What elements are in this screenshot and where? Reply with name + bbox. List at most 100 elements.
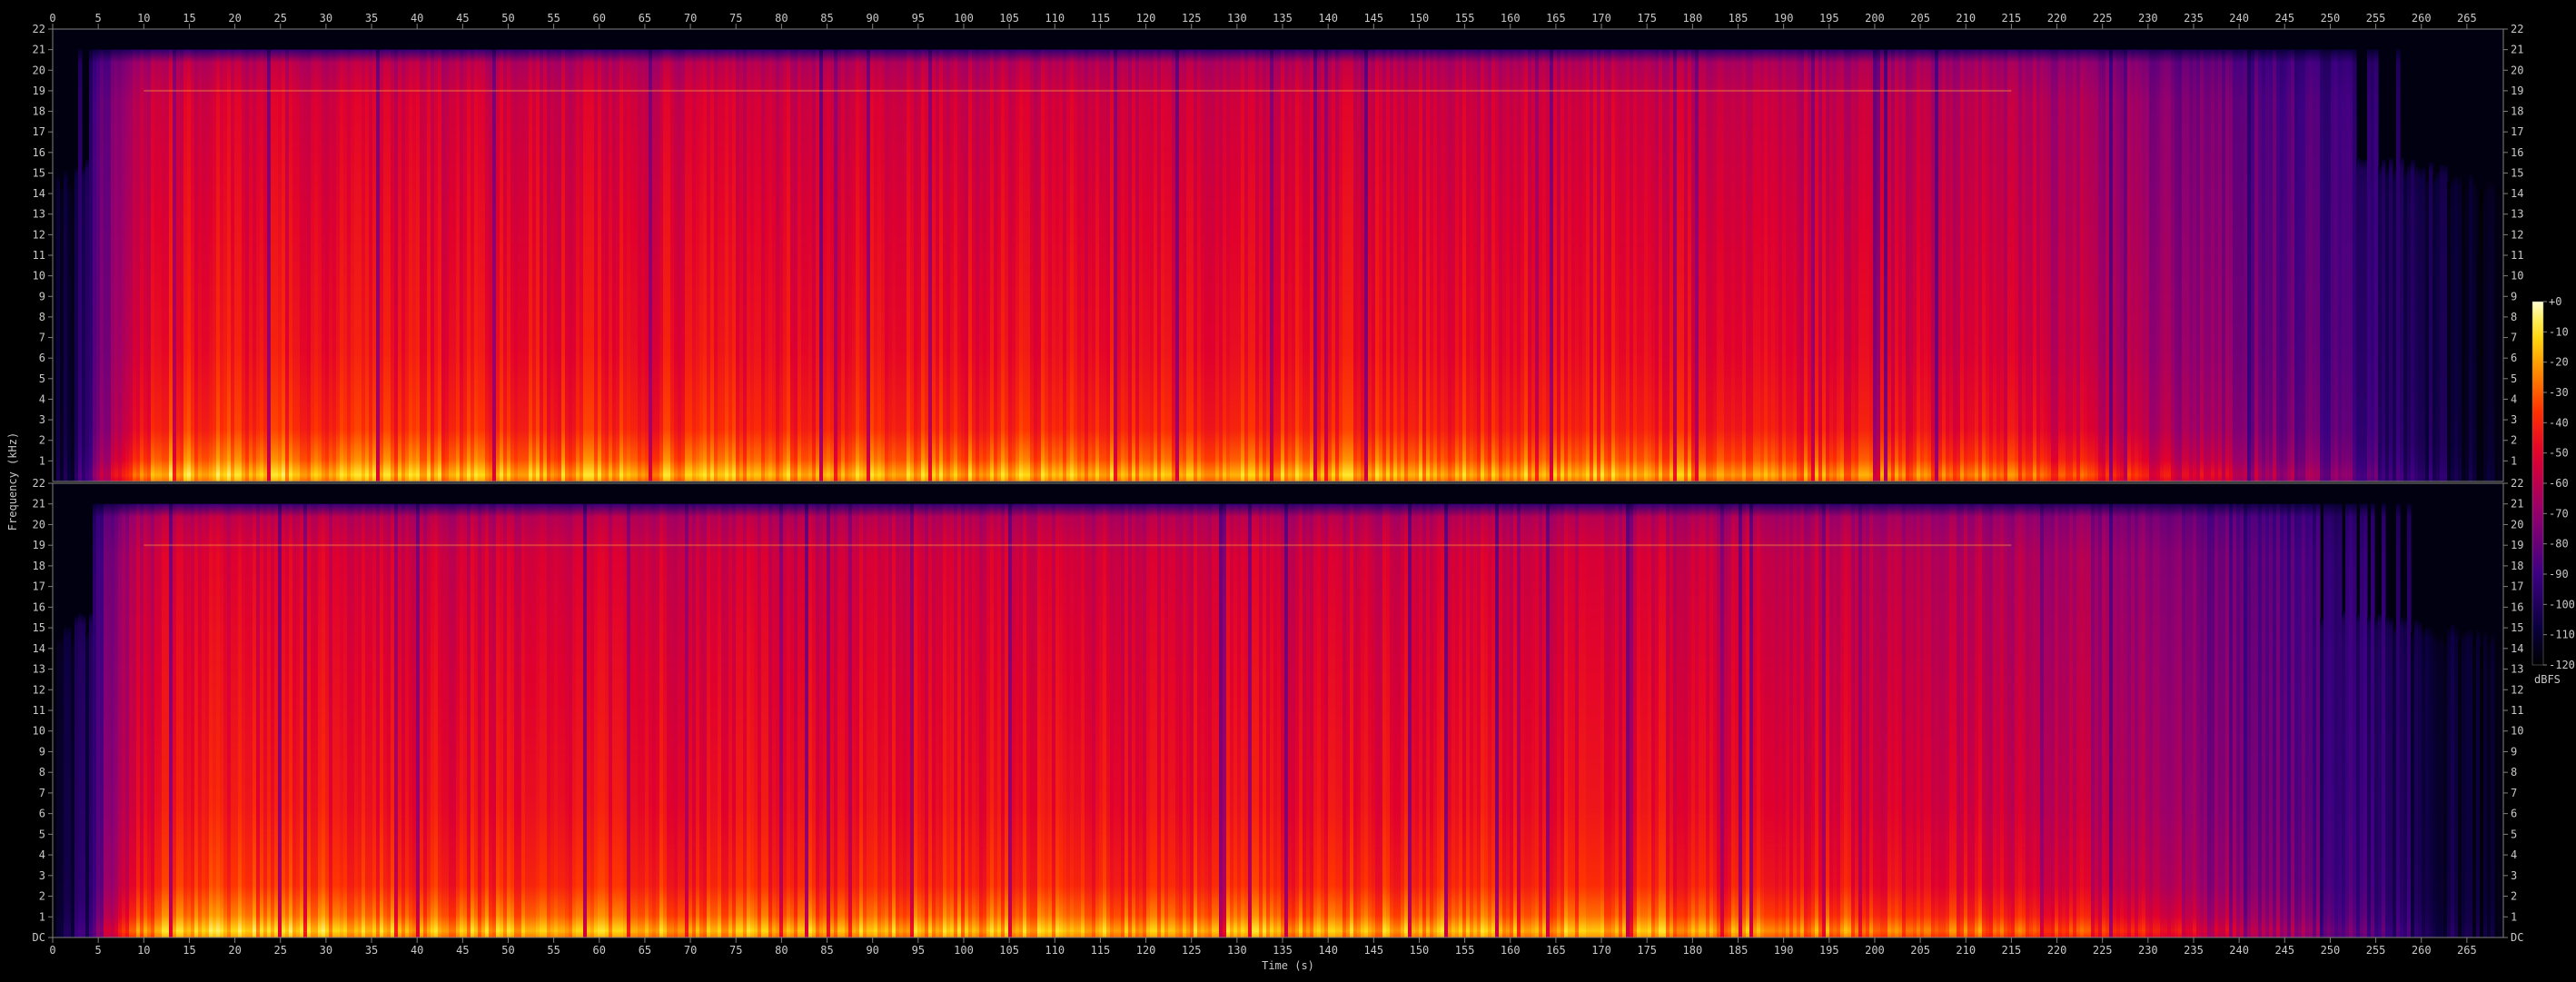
y-tick-label-left: 14 [33, 642, 45, 655]
x-tick-label-bottom: 260 [2412, 944, 2432, 957]
spectrogram-column [990, 503, 995, 937]
spectrogram-column [173, 503, 177, 937]
spectrogram-column [1419, 503, 1423, 937]
spectrogram-column [779, 49, 784, 482]
spectrogram-column [1255, 503, 1260, 937]
spectrogram-column [1633, 49, 1638, 482]
spectrogram-column [968, 49, 973, 482]
spectrogram-column [256, 49, 261, 482]
spectrogram-column [64, 171, 68, 481]
spectrogram-column [1800, 503, 1805, 937]
spectrogram-column [518, 503, 522, 937]
spectrogram-column [565, 49, 570, 482]
spectrogram-column [1368, 503, 1372, 937]
spectrogram-column [2196, 49, 2201, 482]
colorbar-unit-label: dBFS [2534, 673, 2561, 686]
spectrogram-column [1608, 503, 1612, 937]
spectrogram-column [129, 503, 134, 937]
spectrogram-column [1557, 503, 1561, 937]
spectrogram-column [187, 49, 192, 482]
spectrogram-column [1175, 49, 1180, 482]
spectrogram-column [2429, 629, 2433, 937]
spectrogram-column [2015, 49, 2019, 482]
x-tick-label-bottom: 45 [456, 944, 469, 957]
spectrogram-column [1891, 49, 1896, 482]
spectrogram-column [362, 503, 366, 937]
spectrogram-column [180, 49, 184, 482]
spectrogram-column [649, 49, 653, 482]
spectrogram-column [892, 503, 897, 937]
spectrogram-column [1957, 49, 1961, 482]
spectrogram-column [1433, 49, 1438, 482]
spectrogram-column [434, 49, 439, 482]
spectrogram-column [1539, 49, 1543, 482]
spectrogram-column [2225, 49, 2230, 482]
spectrogram-column [1382, 503, 1387, 937]
spectrogram-column [441, 503, 446, 937]
spectrogram-column [2222, 503, 2226, 937]
y-tick-label-right: 10 [2511, 270, 2523, 283]
x-tick-label-top: 140 [1318, 12, 1338, 25]
spectrogram-column [1470, 49, 1474, 482]
y-tick-label-right: 18 [2511, 560, 2523, 572]
spectrogram-column [347, 503, 352, 937]
spectrogram-column [2127, 503, 2132, 937]
x-tick-label-top: 110 [1045, 12, 1065, 25]
y-tick-label-right: 21 [2511, 44, 2523, 56]
spectrogram-column [1786, 503, 1790, 937]
spectrogram-column [630, 49, 635, 482]
spectrogram-column [1103, 49, 1107, 482]
spectrogram-column [547, 49, 551, 482]
spectrogram-column [1045, 49, 1049, 482]
spectrogram-column [500, 49, 504, 482]
x-tick-label-bottom: 0 [49, 944, 55, 957]
spectrogram-column [1292, 49, 1296, 482]
spectrogram-column [2491, 180, 2495, 481]
spectrogram-column [2225, 503, 2230, 937]
spectrogram-column [151, 49, 155, 482]
spectrogram-column [612, 49, 617, 482]
colorbar-tick-label: -20 [2549, 356, 2569, 369]
spectrogram-column [736, 49, 740, 482]
spectrogram-column [1797, 49, 1801, 482]
y-tick-label-left: 10 [33, 270, 45, 283]
colorbar-tick-label: -60 [2549, 477, 2569, 490]
spectrogram-column [1226, 49, 1231, 482]
spectrogram-column [2451, 624, 2455, 937]
spectrogram-column [583, 49, 588, 482]
spectrogram-column [125, 49, 130, 482]
spectrogram-column [2185, 503, 2190, 937]
spectrogram-column [1913, 49, 1917, 482]
spectrogram-column [1379, 503, 1383, 937]
spectrogram-column [2189, 49, 2194, 482]
spectrogram-column [2320, 49, 2324, 482]
spectrogram-column [852, 503, 857, 937]
spectrogram-column [1521, 49, 1525, 482]
spectrogram-column [830, 503, 835, 937]
spectrogram-column [1880, 503, 1885, 937]
spectrogram-column [1324, 503, 1329, 937]
spectrogram-column [1186, 503, 1191, 937]
spectrogram-column [961, 49, 966, 482]
spectrogram-column [1048, 503, 1053, 937]
spectrogram-column [2142, 503, 2146, 937]
spectrogram-column [1909, 49, 1914, 482]
spectrogram-column [1248, 49, 1253, 482]
spectrogram-column [572, 49, 577, 482]
spectrogram-column [888, 503, 893, 937]
y-tick-label-right: 15 [2511, 621, 2523, 634]
spectrogram-column [696, 49, 700, 482]
spectrogram-column [2076, 49, 2081, 482]
spectrogram-column [678, 49, 682, 482]
spectrogram-column [805, 503, 809, 937]
spectrogram-column [416, 503, 421, 937]
spectrogram-column [100, 503, 104, 937]
spectrogram-column [332, 49, 337, 482]
spectrogram-column [2007, 49, 2012, 482]
spectrogram-column [776, 49, 780, 482]
spectrogram-column [496, 503, 500, 937]
spectrogram-column [227, 503, 232, 937]
spectrogram-column [1818, 49, 1823, 482]
spectrogram-column [471, 49, 475, 482]
spectrogram-column [1746, 49, 1750, 482]
